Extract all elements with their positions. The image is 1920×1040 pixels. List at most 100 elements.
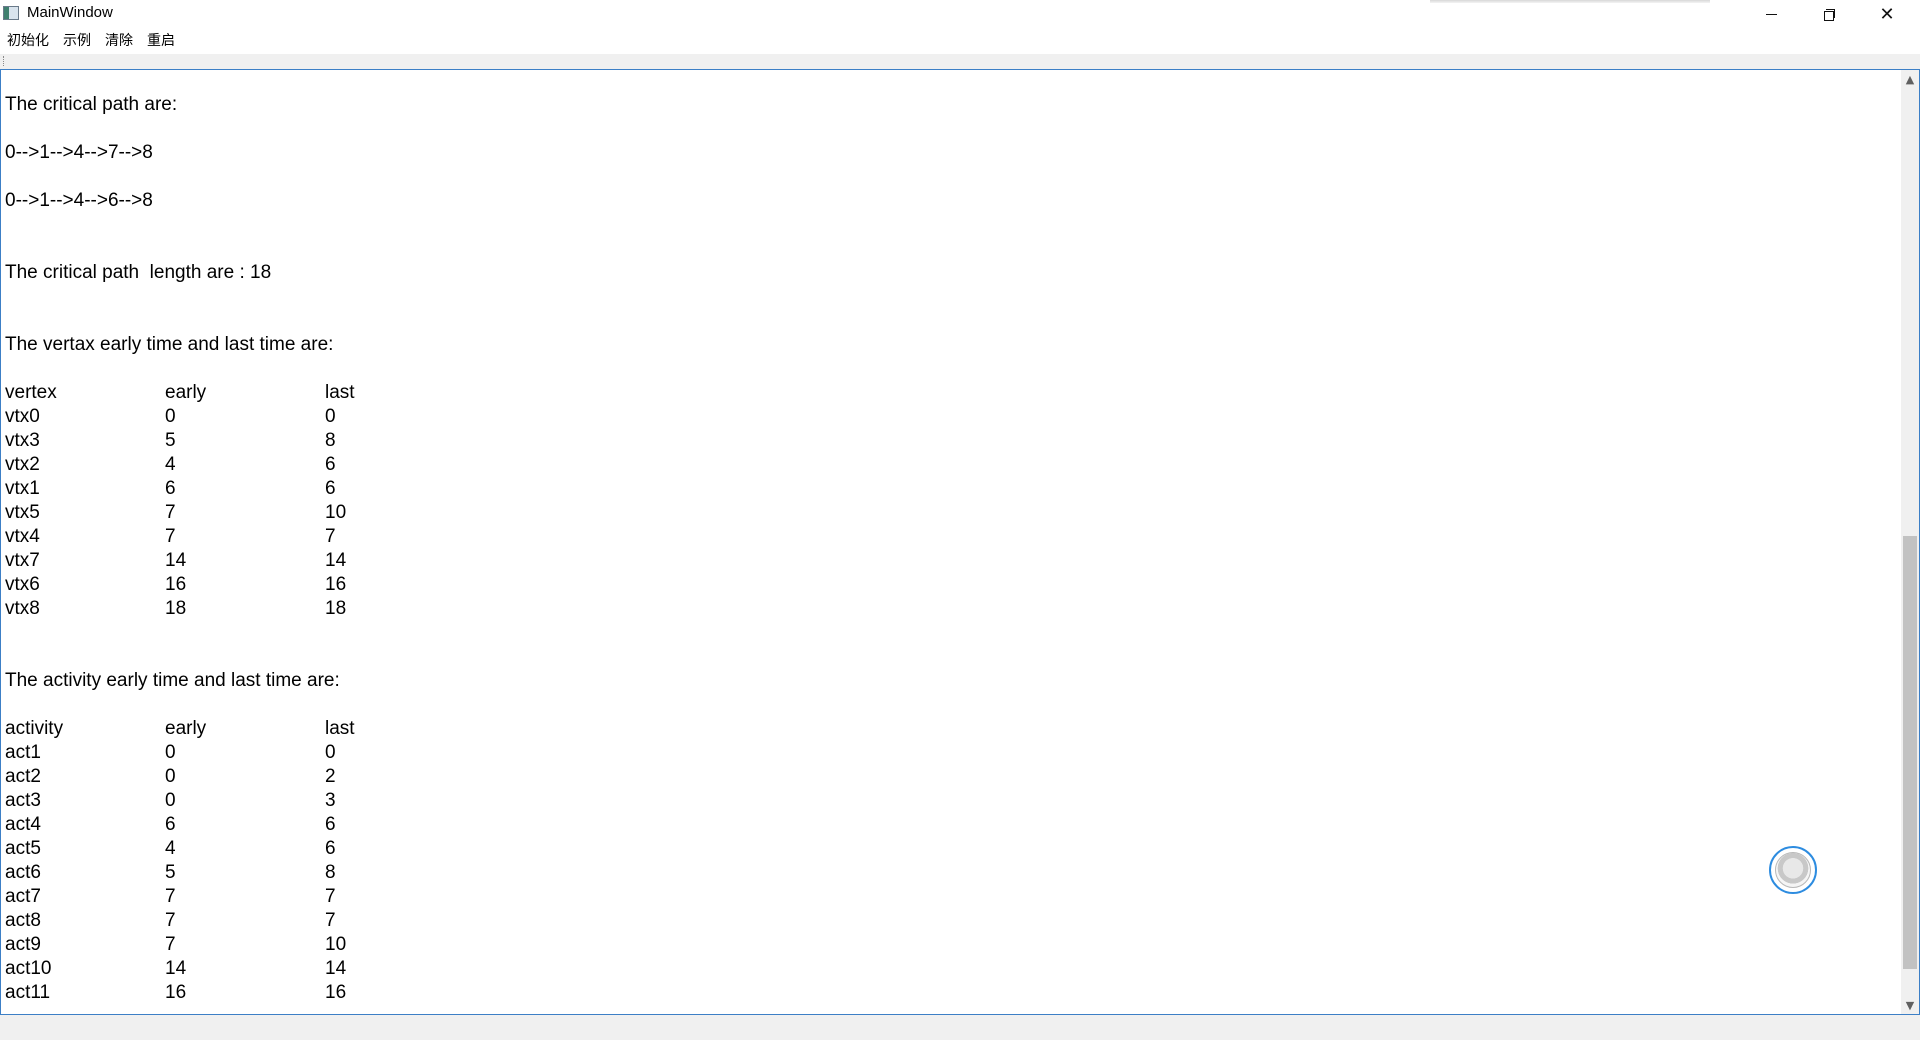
table-cell: 7 (165, 910, 176, 931)
title-bar[interactable]: MainWindow ✕ (0, 0, 1920, 29)
close-button[interactable]: ✕ (1858, 0, 1916, 29)
vertex-table-row: vtx5 7 10 (5, 501, 485, 525)
scroll-thumb[interactable] (1903, 536, 1917, 969)
table-cell: act9 (5, 934, 41, 955)
window-title: MainWindow (27, 4, 113, 21)
table-cell: 7 (325, 910, 336, 931)
table-cell: 7 (165, 526, 176, 547)
column-header: early (165, 382, 207, 403)
vertex-table-row: vtx1 6 6 (5, 477, 485, 501)
table-cell: 6 (165, 814, 176, 835)
table-cell: vtx7 (5, 550, 40, 571)
table-cell: act8 (5, 910, 41, 931)
table-cell: vtx6 (5, 574, 40, 595)
vertex-table-header: vertex early last (5, 381, 485, 405)
menu-bar: 初始化 示例 清除 重启 (0, 29, 1920, 54)
vertex-table-row: vtx6 16 16 (5, 573, 485, 597)
toolbar-grip[interactable] (3, 56, 6, 66)
vertex-table: vtx0 0 0 vtx3 5 8 vtx2 4 6 vtx1 6 6 vtx5 7 10 vtx4 7 7 vtx… (5, 405, 485, 621)
column-header: vertex (5, 382, 57, 403)
table-cell: vtx5 (5, 502, 40, 523)
restore-button[interactable] (1800, 0, 1858, 29)
vertex-table-row: vtx0 0 0 (5, 405, 485, 429)
activity-table-row: act4 6 6 (5, 813, 485, 837)
menu-item-example[interactable]: 示例 (56, 29, 98, 54)
table-cell: vtx0 (5, 406, 40, 427)
critical-path-2: 0-->1-->4-->6-->8 (5, 190, 153, 211)
table-cell: 10 (325, 934, 347, 955)
table-cell: 4 (165, 838, 176, 859)
table-cell: act6 (5, 862, 41, 883)
critical-path-1: 0-->1-->4-->7-->8 (5, 142, 153, 163)
minimize-button[interactable] (1742, 0, 1800, 29)
table-cell: 16 (325, 982, 347, 1003)
menu-item-clear[interactable]: 清除 (98, 29, 140, 54)
table-cell: vtx4 (5, 526, 40, 547)
table-cell: 0 (165, 766, 176, 787)
table-cell: 2 (325, 766, 336, 787)
table-cell: 16 (165, 982, 187, 1003)
table-cell: 6 (325, 814, 336, 835)
table-cell: 8 (325, 862, 336, 883)
table-cell: act11 (5, 982, 51, 1003)
table-cell: 6 (325, 478, 336, 499)
table-cell: vtx8 (5, 598, 40, 619)
table-cell: 7 (325, 526, 336, 547)
table-cell: act1 (5, 742, 41, 763)
assistant-float-button[interactable] (1769, 846, 1817, 894)
table-cell: 7 (165, 934, 176, 955)
close-icon: ✕ (1879, 3, 1895, 25)
menu-item-restart[interactable]: 重启 (140, 29, 182, 54)
table-cell: 14 (165, 958, 187, 979)
table-cell: 7 (325, 886, 336, 907)
menu-item-init[interactable]: 初始化 (0, 29, 56, 54)
table-cell: act4 (5, 814, 41, 835)
restore-icon (1823, 9, 1835, 21)
table-cell: act10 (5, 958, 52, 979)
table-cell: 0 (165, 406, 176, 427)
table-cell: 14 (325, 550, 347, 571)
scroll-down-icon[interactable]: ▼ (1901, 996, 1919, 1014)
scroll-up-icon[interactable]: ▲ (1901, 70, 1919, 88)
table-cell: act5 (5, 838, 41, 859)
table-cell: 3 (325, 790, 336, 811)
activity-table-row: act10 14 14 (5, 957, 485, 981)
vertical-scrollbar[interactable]: ▲ ▼ (1901, 70, 1919, 1014)
table-cell: 16 (325, 574, 347, 595)
activity-table-row: act11 16 16 (5, 981, 485, 1005)
table-cell: vtx1 (5, 478, 40, 499)
critical-path-heading: The critical path are: (5, 94, 178, 115)
activity-table-row: act1 0 0 (5, 741, 485, 765)
table-cell: vtx3 (5, 430, 40, 451)
shadow-strip (1430, 0, 1710, 3)
table-cell: 0 (325, 742, 336, 763)
table-cell: 0 (165, 742, 176, 763)
table-cell: 7 (165, 502, 176, 523)
column-header: activity (5, 718, 64, 739)
assistant-float-icon (1775, 852, 1811, 888)
activity-table-row: act9 7 10 (5, 933, 485, 957)
output-text-area[interactable]: The critical path are: 0-->1-->4-->7-->8… (0, 69, 1920, 1015)
table-cell: act3 (5, 790, 41, 811)
vertex-heading: The vertax early time and last time are: (5, 334, 334, 355)
table-cell: 14 (165, 550, 187, 571)
table-cell: 5 (165, 862, 176, 883)
column-header: last (325, 718, 355, 739)
activity-table-row: act3 0 3 (5, 789, 485, 813)
minimize-icon (1765, 14, 1777, 15)
table-cell: 4 (165, 454, 176, 475)
table-cell: 8 (325, 430, 336, 451)
activity-heading: The activity early time and last time ar… (5, 670, 340, 691)
table-cell: 6 (165, 478, 176, 499)
table-cell: act2 (5, 766, 41, 787)
activity-table-row: act2 0 2 (5, 765, 485, 789)
table-cell: 18 (165, 598, 187, 619)
activity-table-row: act6 5 8 (5, 861, 485, 885)
main-window: MainWindow ✕ 初始化 示例 清除 重启 The critical p… (0, 0, 1920, 1040)
table-cell: 6 (325, 838, 336, 859)
